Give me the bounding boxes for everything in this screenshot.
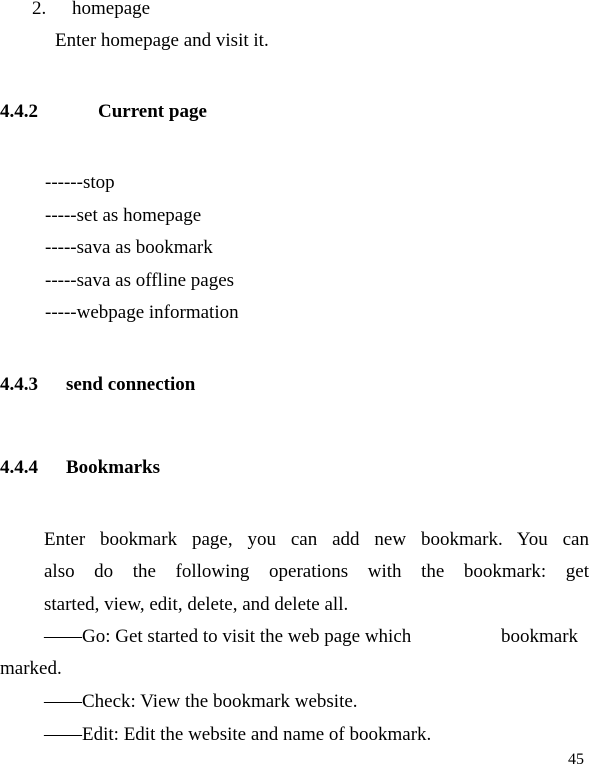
bullet-edit: ——Edit: Edit the website and name of boo… [44, 724, 432, 745]
section-title: send connection [66, 374, 196, 395]
section-title: Bookmarks [66, 457, 160, 478]
menu-option-webpage-info: -----webpage information [45, 302, 239, 323]
menu-option-save-offline: -----sava as offline pages [45, 270, 235, 291]
list-item-number: 2. [32, 0, 47, 19]
paragraph-line: also do the following operations with th… [44, 561, 589, 582]
list-item-label: homepage [72, 0, 151, 19]
bullet-check: ——Check: View the bookmark website. [44, 691, 358, 712]
bullet-go: ——Go: Get started to visit the web page … [44, 626, 412, 647]
menu-option-stop: ------stop [45, 172, 115, 193]
paragraph-line: started, view, edit, delete, and delete … [44, 594, 349, 615]
bullet-go-end: bookmark [501, 626, 579, 647]
page-number: 45 [568, 751, 584, 768]
bullet-go-wrap: marked. [0, 658, 62, 679]
section-number: 4.4.2 [0, 101, 38, 122]
menu-option-set-homepage: -----set as homepage [45, 205, 202, 226]
menu-option-save-bookmark: -----sava as bookmark [45, 237, 213, 258]
paragraph-line: Enter bookmark page, you can add new boo… [44, 529, 589, 550]
section-number: 4.4.3 [0, 374, 38, 395]
section-title: Current page [98, 101, 207, 122]
section-number: 4.4.4 [0, 457, 38, 478]
list-item-description: Enter homepage and visit it. [55, 30, 269, 51]
